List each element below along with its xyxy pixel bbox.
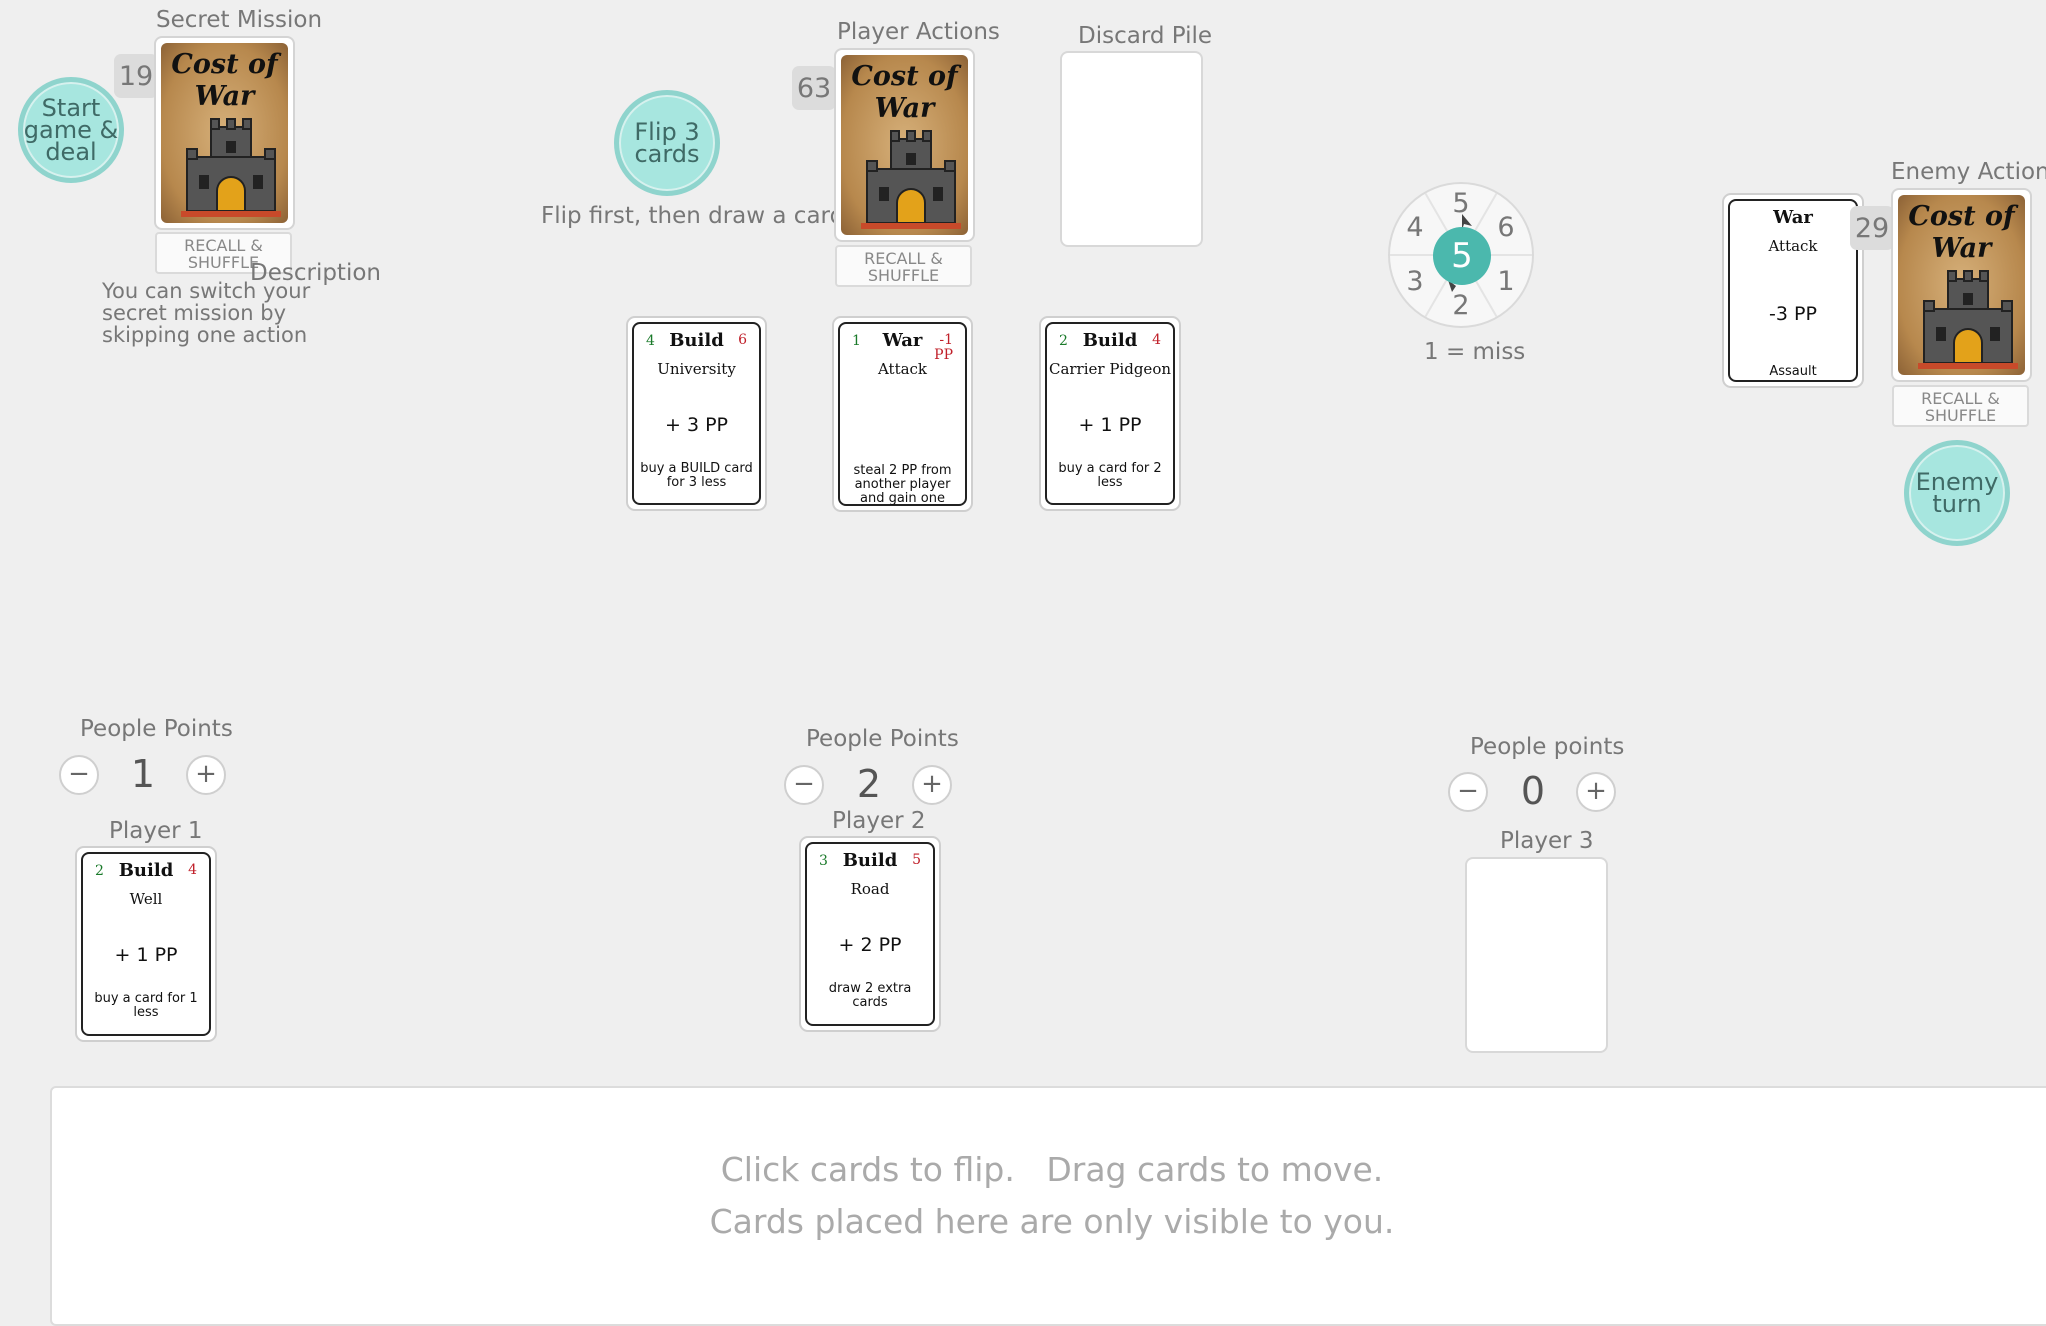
player2-card-road[interactable]: 3 Build 5 Road + 2 PP draw 2 extra cards [799,836,941,1032]
enemy-card-attack[interactable]: War Attack -3 PP Assault [1722,193,1864,388]
player2-pp-value: 2 [856,762,882,806]
secret-mission-deck[interactable]: Cost of War [154,36,295,230]
player-actions-recall-button[interactable]: RECALL & SHUFFLE [835,245,972,287]
player2-name: Player 2 [832,808,926,834]
player1-card-well[interactable]: 2 Build 4 Well + 1 PP buy a card for 1 l… [75,846,217,1042]
dice-hint: 1 = miss [1424,339,1526,365]
cost-of-war-card-back: Cost of War [161,43,288,223]
market-card-attack[interactable]: 1 War -1 PP Attack steal 2 PP from anoth… [832,316,973,512]
player2-pp-increment-button[interactable]: + [912,765,952,805]
card-pp: + 1 PP [114,944,178,966]
player3-card-slot[interactable] [1465,857,1608,1053]
player2-pp-label: People Points [806,726,959,752]
card-type: War [1773,207,1813,228]
castle-icon [861,130,961,229]
flip-hint: Flip first, then draw a card [541,203,845,229]
deck-title: Cost of War [851,61,958,124]
cost-of-war-card-back: Cost of War [841,55,968,235]
dice-face-1: 1 [1497,266,1515,297]
card-pp: + 2 PP [838,934,902,956]
enemy-turn-label: Enemy turn [1915,468,1999,518]
discard-pile-title: Discard Pile [1078,23,1213,49]
player-actions-title: Player Actions [837,19,1000,45]
enemy-actions-title: Enemy Actions [1891,159,2046,185]
card-value: 5 [912,852,921,868]
enemy-actions-deck[interactable]: Cost of War [1891,188,2032,382]
card-value: 4 [188,862,197,878]
enemy-turn-button[interactable]: Enemy turn [1904,440,2010,546]
flip-button-label: Flip 3 cards [634,118,700,168]
player1-pp-label: People Points [80,716,233,742]
dice-result[interactable]: 5 [1433,227,1491,285]
player1-pp-value: 1 [130,752,156,796]
card-pp: -3 PP [1769,303,1817,325]
player3-name: Player 3 [1500,828,1594,854]
dice-face-3: 3 [1406,266,1424,297]
private-area-visibility-note: Cards placed here are only visible to yo… [709,1202,1395,1241]
card-value: 6 [738,332,747,348]
castle-icon [181,118,281,217]
card-name: Carrier Pidgeon [1048,360,1172,378]
enemy-actions-recall-button[interactable]: RECALL & SHUFFLE [1892,385,2029,427]
card-description: steal 2 PP from another player and gain … [853,463,952,506]
dice-face-5: 5 [1452,188,1470,219]
secret-mission-title: Secret Mission [156,7,323,33]
card-name: Well [129,890,163,908]
deck-title: Cost of War [1908,201,2015,264]
deck-title: Cost of War [171,49,278,112]
flip-three-cards-button[interactable]: Flip 3 cards [614,90,720,196]
castle-icon [1918,270,2018,369]
card-name: University [657,360,736,378]
player3-pp-decrement-button[interactable]: − [1448,772,1488,812]
player2-pp-decrement-button[interactable]: − [784,765,824,805]
card-description: buy a BUILD card for 3 less [640,461,753,490]
dice-face-6: 6 [1497,212,1515,243]
card-pp: + 3 PP [664,414,728,436]
secret-mission-description: You can switch your secret mission by sk… [102,279,311,347]
player1-pp-decrement-button[interactable]: − [59,755,99,795]
dice-face-2: 2 [1452,290,1470,321]
player3-pp-label: People points [1470,734,1625,760]
dice-face-4: 4 [1406,212,1424,243]
player3-pp-increment-button[interactable]: + [1576,772,1616,812]
card-description: buy a card for 1 less [94,991,198,1020]
card-value: -1 PP [934,332,953,363]
player3-pp-value: 0 [1520,769,1546,813]
card-name: Road [850,880,890,898]
card-description: Assault [1769,364,1817,379]
market-card-carrier-pidgeon[interactable]: 2 Build 4 Carrier Pidgeon + 1 PP buy a c… [1039,316,1181,511]
private-hand-area[interactable]: Click cards to flip. Drag cards to move.… [50,1086,2046,1326]
enemy-actions-count: 29 [1850,206,1894,250]
card-pp: + 1 PP [1078,414,1142,436]
start-game-button[interactable]: Start game & deal [18,77,124,183]
discard-pile-slot[interactable] [1060,51,1203,247]
card-name: Attack [1768,237,1818,255]
player-actions-count: 63 [792,66,836,110]
player1-pp-increment-button[interactable]: + [186,755,226,795]
player-actions-deck[interactable]: Cost of War [834,48,975,242]
private-area-instructions: Click cards to flip. Drag cards to move. [720,1150,1384,1189]
market-card-university[interactable]: 4 Build 6 University + 3 PP buy a BUILD … [626,316,767,511]
start-game-label: Start game & deal [23,94,119,166]
cost-of-war-card-back: Cost of War [1898,195,2025,375]
secret-mission-count: 19 [114,54,158,98]
card-description: buy a card for 2 less [1058,461,1162,490]
card-name: Attack [877,360,928,378]
player1-name: Player 1 [109,818,203,844]
dice[interactable]: 5 6 1 2 3 4 5 [1388,182,1534,328]
card-value: 4 [1152,332,1161,348]
card-description: draw 2 extra cards [828,981,912,1010]
